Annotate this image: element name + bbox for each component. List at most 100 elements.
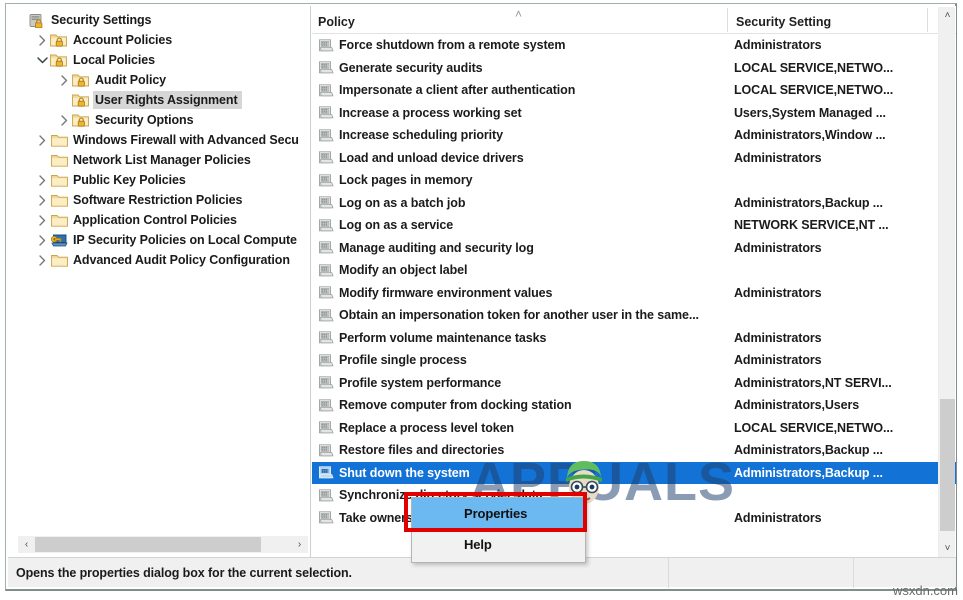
table-row[interactable]: Perform volume maintenance tasks Administ… <box>312 327 956 350</box>
chevron-right-icon[interactable] <box>34 174 50 186</box>
status-segment-2 <box>668 557 853 588</box>
chevron-right-icon[interactable] <box>34 234 50 246</box>
policy-name: Log on as a service <box>339 218 454 233</box>
table-row[interactable]: Manage auditing and security log Administ… <box>312 237 956 260</box>
policy-security-setting: LOCAL SERVICE,NETWO... <box>734 83 894 98</box>
policy-name: Log on as a batch job <box>339 195 466 210</box>
chevron-right-icon[interactable] <box>34 34 50 46</box>
table-row[interactable]: Lock pages in memory <box>312 169 956 192</box>
chevron-down-icon[interactable] <box>34 56 50 65</box>
policy-security-setting: Administrators <box>734 38 822 53</box>
table-row[interactable]: Generate security audits LOCAL SERVICE,NE… <box>312 57 956 80</box>
chevron-right-icon[interactable] <box>34 254 50 266</box>
console-tree-pane[interactable]: Security Settings Account Policies Local P… <box>8 6 311 558</box>
tree-item-application-control-policies[interactable]: Application Control Policies <box>8 210 310 230</box>
table-row[interactable]: Log on as a batch job Administrators,Back… <box>312 192 956 215</box>
chevron-right-icon[interactable] <box>34 194 50 206</box>
table-row[interactable]: Increase a process working set Users,Syst… <box>312 102 956 125</box>
table-row[interactable]: Modify an object label <box>312 259 956 282</box>
policy-icon <box>316 285 336 301</box>
table-row[interactable]: Obtain an impersonation token for anothe… <box>312 304 956 327</box>
chevron-right-icon[interactable] <box>34 214 50 226</box>
column-header-policy[interactable]: Policy <box>318 15 355 29</box>
context-menu-item-properties[interactable]: Properties <box>412 498 585 529</box>
column-divider[interactable] <box>727 8 728 32</box>
tree-hscroll-track[interactable] <box>35 536 291 553</box>
policy-security-setting: Users,System Managed ... <box>734 105 886 120</box>
policy-icon <box>316 375 336 391</box>
tree-item-label: Local Policies <box>73 53 155 67</box>
tree-item-label: User Rights Assignment <box>93 91 242 109</box>
scroll-up-arrow-icon[interactable]: ˄ <box>939 7 956 24</box>
folder-icon <box>50 132 68 148</box>
column-header-security-setting[interactable]: Security Setting <box>736 15 831 29</box>
policy-icon <box>316 442 336 458</box>
tree-item-label: IP Security Policies on Local Compute <box>73 233 297 247</box>
context-menu-item-help[interactable]: Help <box>412 529 585 560</box>
policy-icon <box>316 262 336 278</box>
tree-item-label: Application Control Policies <box>73 213 237 227</box>
table-row[interactable]: Remove computer from docking station Admi… <box>312 394 956 417</box>
ip-security-icon <box>50 232 68 248</box>
table-row[interactable]: Shut down the system Administrators,Backu… <box>312 461 956 484</box>
sort-ascending-icon: ˄ <box>515 7 523 21</box>
table-row[interactable]: Increase scheduling priority Administrato… <box>312 124 956 147</box>
policy-security-setting: Administrators,Backup ... <box>734 443 883 458</box>
context-menu-item-label: Help <box>464 537 492 552</box>
console-tree[interactable]: Security Settings Account Policies Local P… <box>8 10 310 270</box>
tree-item-label: Account Policies <box>73 33 173 47</box>
scroll-right-arrow-icon[interactable]: › <box>291 536 308 553</box>
table-row[interactable]: Replace a process level token LOCAL SERVI… <box>312 417 956 440</box>
tree-item-local-policies[interactable]: Local Policies <box>8 50 310 70</box>
tree-item-windows-firewall-with-advanced-secu[interactable]: Windows Firewall with Advanced Secu <box>8 130 310 150</box>
tree-item-label: Network List Manager Policies <box>73 153 251 167</box>
tree-horizontal-scrollbar[interactable]: ‹ › <box>18 536 308 553</box>
tree-item-label: Advanced Audit Policy Configuration <box>73 253 290 267</box>
table-row[interactable]: Profile system performance Administrators… <box>312 372 956 395</box>
policy-name: Remove computer from docking station <box>339 398 572 413</box>
column-divider-2[interactable] <box>927 8 928 32</box>
tree-item-security-settings[interactable]: Security Settings <box>8 10 310 30</box>
tree-item-security-options[interactable]: Security Options <box>8 110 310 130</box>
chevron-right-icon[interactable] <box>56 114 72 126</box>
tree-item-account-policies[interactable]: Account Policies <box>8 30 310 50</box>
context-menu[interactable]: Properties Help <box>411 497 586 563</box>
table-row[interactable]: Modify firmware environment values Admini… <box>312 282 956 305</box>
scroll-left-arrow-icon[interactable]: ‹ <box>18 536 35 553</box>
list-vscroll-thumb[interactable] <box>940 399 955 531</box>
policy-icon <box>316 397 336 413</box>
list-column-header: ˄ Policy Security Setting <box>312 6 956 34</box>
scroll-down-arrow-icon[interactable]: ˅ <box>939 540 956 557</box>
table-row[interactable]: Synchronize directory service data <box>312 484 956 507</box>
table-row[interactable]: Force shutdown from a remote system Admin… <box>312 34 956 57</box>
policy-rows[interactable]: Force shutdown from a remote system Admin… <box>312 34 956 529</box>
tree-item-ip-security-policies-on-local-compute[interactable]: IP Security Policies on Local Compute <box>8 230 310 250</box>
chevron-right-icon[interactable] <box>56 74 72 86</box>
policy-security-setting: Administrators <box>734 150 822 165</box>
table-row[interactable]: Impersonate a client after authenticatio… <box>312 79 956 102</box>
policy-icon <box>316 487 336 503</box>
policy-list-pane[interactable]: ˄ Policy Security Setting Force shutdown… <box>312 6 956 558</box>
list-vertical-scrollbar[interactable]: ˄ ˅ <box>938 7 955 557</box>
tree-item-label: Public Key Policies <box>73 173 186 187</box>
policy-name: Profile system performance <box>339 375 502 390</box>
table-row[interactable]: Restore files and directories Administrat… <box>312 439 956 462</box>
table-row[interactable]: Take ownership of files or other objects… <box>312 507 956 530</box>
table-row[interactable]: Profile single process Administrators <box>312 349 956 372</box>
policy-icon <box>316 420 336 436</box>
tree-item-public-key-policies[interactable]: Public Key Policies <box>8 170 310 190</box>
policy-icon <box>316 105 336 121</box>
policy-security-setting: Administrators,NT SERVI... <box>734 375 892 390</box>
table-row[interactable]: Load and unload device drivers Administra… <box>312 147 956 170</box>
table-row[interactable]: Log on as a service NETWORK SERVICE,NT ..… <box>312 214 956 237</box>
tree-item-advanced-audit-policy-configuration[interactable]: Advanced Audit Policy Configuration <box>8 250 310 270</box>
policy-name: Modify an object label <box>339 263 468 278</box>
tree-item-software-restriction-policies[interactable]: Software Restriction Policies <box>8 190 310 210</box>
tree-item-user-rights-assignment[interactable]: User Rights Assignment <box>8 90 310 110</box>
folder-icon <box>50 192 68 208</box>
tree-item-audit-policy[interactable]: Audit Policy <box>8 70 310 90</box>
policy-icon <box>316 60 336 76</box>
tree-item-network-list-manager-policies[interactable]: Network List Manager Policies <box>8 150 310 170</box>
chevron-right-icon[interactable] <box>34 134 50 146</box>
tree-hscroll-thumb[interactable] <box>35 537 261 552</box>
